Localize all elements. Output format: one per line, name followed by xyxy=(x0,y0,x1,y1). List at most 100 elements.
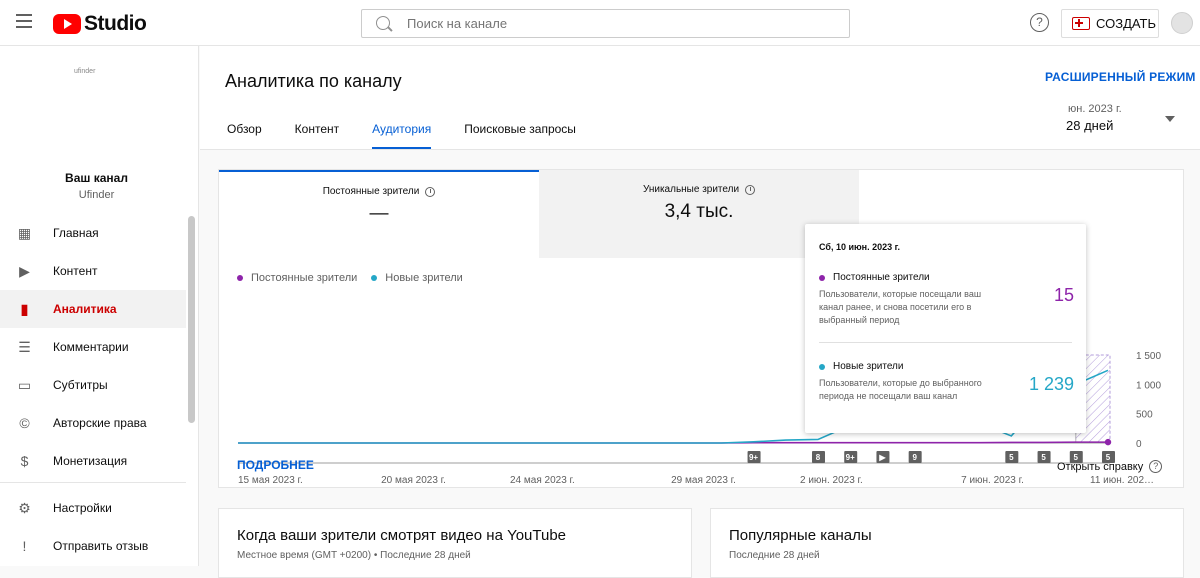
sidebar-item-label: Настройки xyxy=(53,501,112,515)
menu-icon[interactable] xyxy=(16,14,32,28)
content-icon: ▶ xyxy=(19,262,30,279)
search-input[interactable] xyxy=(407,10,827,37)
metric-value: 3,4 тыс. xyxy=(664,201,734,222)
tab-audience[interactable]: Аудитория xyxy=(372,122,432,149)
tooltip-returning-title: Постоянные зрители xyxy=(819,272,930,283)
publish-marker-label: 9+ xyxy=(749,453,758,462)
main-content: Аналитика по каналу РАСШИРЕННЫЙ РЕЖИМ Об… xyxy=(200,46,1200,578)
tooltip-new-desc: Пользователи, которые до выбранного пери… xyxy=(819,378,982,401)
youtube-logo-icon xyxy=(53,14,81,34)
tooltip-returning-value: 15 xyxy=(1053,285,1074,305)
feedback-icon: ! xyxy=(22,538,27,554)
page-header: Аналитика по каналу РАСШИРЕННЫЙ РЕЖИМ Об… xyxy=(200,46,1200,150)
sidebar-item-monetization[interactable]: $ Монетизация xyxy=(0,442,186,480)
analytics-tabs: Обзор Контент Аудитория Поисковые запрос… xyxy=(227,122,609,149)
create-video-icon xyxy=(1072,17,1090,30)
sidebar-item-settings[interactable]: ⚙ Настройки xyxy=(0,489,186,527)
x-tick-label: 29 мая 2023 г. xyxy=(671,475,736,486)
metric-value: — xyxy=(369,203,389,224)
card-subtitle: Последние 28 дней xyxy=(729,550,820,561)
subtitles-icon: ▭ xyxy=(17,376,32,393)
analytics-icon: ▮ xyxy=(20,300,29,317)
sidebar-item-feedback[interactable]: ! Отправить отзыв xyxy=(0,527,186,565)
advanced-mode-link[interactable]: РАСШИРЕННЫЙ РЕЖИМ xyxy=(1045,70,1196,84)
dashboard-icon: ▦ xyxy=(17,224,32,241)
date-range-period[interactable]: юн. 2023 г. xyxy=(1068,103,1122,115)
sidebar-item-label: Комментарии xyxy=(53,340,129,354)
sidebar-item-label: Отправить отзыв xyxy=(53,539,149,553)
tooltip-new-value: 1 239 xyxy=(1028,374,1074,394)
comments-icon: ☰ xyxy=(18,338,31,355)
top-bar: Studio ? СОЗДАТЬ xyxy=(0,0,1200,46)
sidebar-item-content[interactable]: ▶ Контент xyxy=(0,252,186,290)
sidebar: ufinder Ваш канал Ufinder ▦ Главная ▶ Конте… xyxy=(0,46,199,566)
clock-icon xyxy=(425,186,436,197)
x-tick-label: 2 июн. 2023 г. xyxy=(800,475,863,486)
sidebar-item-dashboard[interactable]: ▦ Главная xyxy=(0,214,186,252)
tab-search-queries[interactable]: Поисковые запросы xyxy=(464,122,576,149)
sidebar-item-subtitles[interactable]: ▭ Субтитры xyxy=(0,366,186,404)
search-icon[interactable] xyxy=(376,16,390,30)
more-details-link[interactable]: ПОДРОБНЕЕ xyxy=(237,458,314,472)
page-title: Аналитика по каналу xyxy=(225,71,402,91)
x-tick-label: 7 июн. 2023 г. xyxy=(961,475,1024,486)
tooltip-returning-label: Постоянные зрители xyxy=(833,272,930,283)
create-button-label: СОЗДАТЬ xyxy=(1096,16,1156,31)
tab-content[interactable]: Контент xyxy=(295,122,339,149)
audience-chart-card: Постоянные зрители — Уникальные зрители … xyxy=(218,169,1184,488)
channel-title: Ваш канал xyxy=(65,171,128,185)
studio-logo[interactable]: Studio xyxy=(53,12,147,36)
legend-label: Постоянные зрители xyxy=(251,272,358,284)
channel-avatar[interactable]: ufinder xyxy=(74,68,95,75)
tooltip-new-title: Новые зрители xyxy=(819,361,903,372)
legend-dot xyxy=(819,363,825,370)
watch-time-card: Когда ваши зрители смотрят видео на YouT… xyxy=(218,508,692,578)
channel-name: Ufinder xyxy=(78,189,115,201)
y-tick-label: 0 xyxy=(1136,439,1142,450)
create-button[interactable]: СОЗДАТЬ xyxy=(1061,9,1159,38)
account-avatar[interactable] xyxy=(1171,12,1193,34)
x-tick-label: 20 мая 2023 г. xyxy=(381,475,446,486)
sidebar-item-label: Аналитика xyxy=(53,302,117,316)
help-icon[interactable]: ? xyxy=(1030,13,1049,32)
publish-marker-label: 5 xyxy=(1041,453,1046,462)
card-title: Когда ваши зрители смотрят видео на YouT… xyxy=(237,527,567,544)
y-tick-label: 500 xyxy=(1136,410,1153,421)
open-help-link[interactable]: Открыть справку ? xyxy=(1057,460,1163,473)
tooltip-date: Сб, 10 июн. 2023 г. xyxy=(819,242,900,252)
legend-dot xyxy=(237,275,243,281)
date-range-label[interactable]: 28 дней xyxy=(1066,118,1113,133)
publish-marker-label: 9 xyxy=(912,453,917,462)
publish-marker-label: 5 xyxy=(1009,453,1014,462)
x-tick-label: 15 мая 2023 г. xyxy=(238,475,303,486)
monetization-icon: $ xyxy=(20,453,29,469)
chevron-down-icon[interactable] xyxy=(1165,116,1175,122)
sidebar-item-copyright[interactable]: © Авторские права xyxy=(0,404,186,442)
sidebar-item-label: Субтитры xyxy=(53,378,108,392)
legend-label: Новые зрители xyxy=(385,272,463,284)
chart-tooltip: Сб, 10 июн. 2023 г. Постоянные зрители П… xyxy=(805,224,1086,433)
legend-item-returning[interactable]: Постоянные зрители xyxy=(237,272,357,284)
logo-text: Studio xyxy=(84,12,147,35)
publish-marker-label: 8 xyxy=(816,453,821,462)
sidebar-scrollbar[interactable] xyxy=(188,216,195,423)
sidebar-item-label: Главная xyxy=(53,226,99,240)
settings-icon: ⚙ xyxy=(18,499,31,516)
metric-label: Постоянные зрители xyxy=(322,186,420,197)
y-tick-label: 1 500 xyxy=(1136,351,1161,362)
tab-overview[interactable]: Обзор xyxy=(227,122,262,149)
tooltip-new-label: Новые зрители xyxy=(833,361,904,372)
chart-legend: Постоянные зрители Новые зрители xyxy=(237,272,477,284)
tooltip-returning-desc: Пользователи, которые посещали ваш канал… xyxy=(819,289,982,325)
x-tick-label: 11 июн. 202… xyxy=(1090,475,1154,486)
search-box xyxy=(361,9,850,38)
help-icon: ? xyxy=(1149,460,1163,473)
tooltip-divider xyxy=(819,342,1072,343)
series-point xyxy=(1104,438,1112,446)
legend-dot xyxy=(819,274,825,281)
metric-returning-viewers[interactable]: Постоянные зрители — xyxy=(219,170,539,258)
sidebar-item-analytics[interactable]: ▮ Аналитика xyxy=(0,290,186,328)
legend-item-new[interactable]: Новые зрители xyxy=(371,272,463,284)
sidebar-item-comments[interactable]: ☰ Комментарии xyxy=(0,328,186,366)
sidebar-item-label: Контент xyxy=(53,264,98,278)
